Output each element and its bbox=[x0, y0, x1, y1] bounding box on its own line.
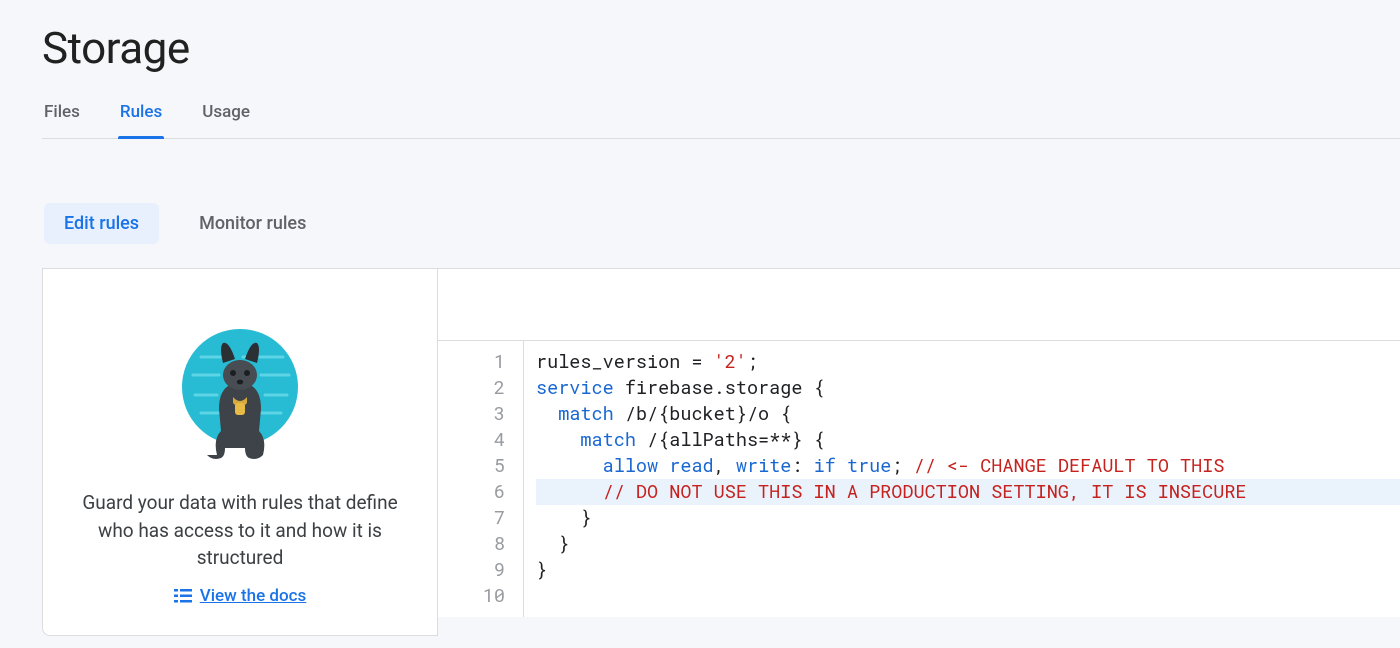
view-docs-label: View the docs bbox=[200, 586, 307, 606]
security-dog-illustration bbox=[165, 317, 315, 467]
rules-info-card: Guard your data with rules that define w… bbox=[42, 269, 438, 636]
tab-files[interactable]: Files bbox=[44, 102, 80, 138]
workspace: Guard your data with rules that define w… bbox=[42, 268, 1400, 636]
line-gutter: 12345678910 bbox=[438, 341, 524, 617]
tab-rules[interactable]: Rules bbox=[120, 102, 162, 138]
tab-usage[interactable]: Usage bbox=[202, 102, 250, 138]
page-title: Storage bbox=[42, 22, 1400, 74]
storage-page: Storage Files Rules Usage Edit rules Mon… bbox=[0, 0, 1400, 636]
code-line: } bbox=[536, 557, 1400, 583]
code-line: match /b/{bucket}/o { bbox=[536, 401, 1400, 427]
subtab-edit-rules[interactable]: Edit rules bbox=[44, 203, 159, 244]
docs-list-icon bbox=[174, 589, 192, 603]
code-line: allow read, write: if true; // <- CHANGE… bbox=[536, 453, 1400, 479]
code-line: match /{allPaths=**} { bbox=[536, 427, 1400, 453]
card-text: Guard your data with rules that define w… bbox=[71, 489, 409, 572]
main-tabs: Files Rules Usage bbox=[42, 102, 1400, 139]
subtab-monitor-rules[interactable]: Monitor rules bbox=[179, 203, 326, 244]
code-line: service firebase.storage { bbox=[536, 375, 1400, 401]
rules-editor: 12345678910 rules_version = '2'; service… bbox=[438, 269, 1400, 636]
code-area[interactable]: 12345678910 rules_version = '2'; service… bbox=[438, 341, 1400, 617]
editor-toolbar bbox=[438, 269, 1400, 341]
code-line: rules_version = '2'; bbox=[536, 349, 1400, 375]
code-line: } bbox=[536, 505, 1400, 531]
rules-subtabs: Edit rules Monitor rules bbox=[42, 203, 1400, 244]
code-line: } bbox=[536, 531, 1400, 557]
code-lines[interactable]: rules_version = '2'; service firebase.st… bbox=[524, 341, 1400, 617]
code-line bbox=[536, 583, 1400, 609]
view-docs-link[interactable]: View the docs bbox=[174, 586, 307, 606]
code-line: // DO NOT USE THIS IN A PRODUCTION SETTI… bbox=[536, 479, 1400, 505]
